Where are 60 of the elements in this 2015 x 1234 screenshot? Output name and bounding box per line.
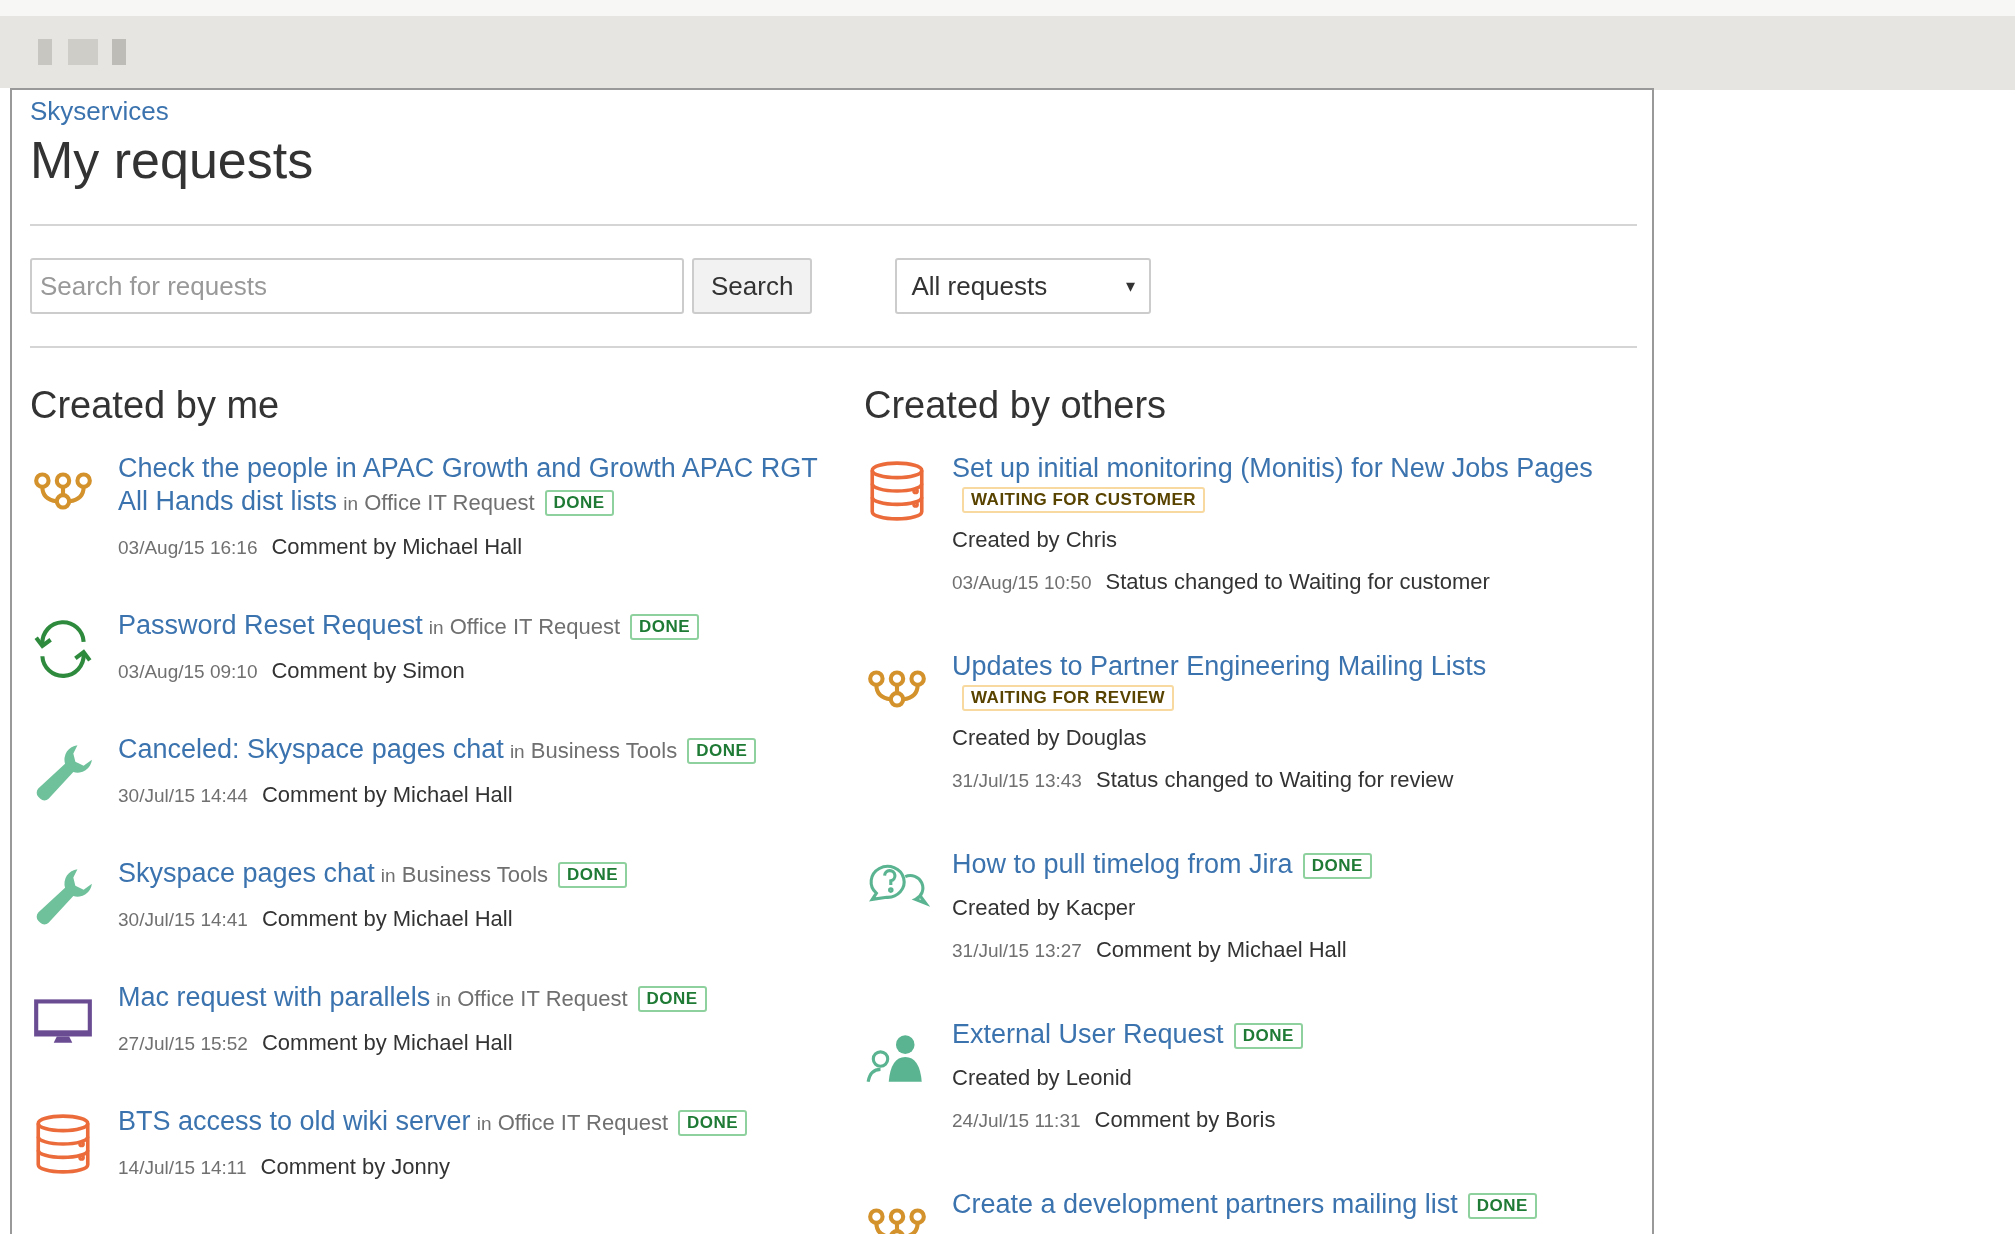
request-link[interactable]: Set up initial monitoring (Monitis) for New Jobs Pages: [952, 453, 1593, 483]
activity-text: Comment by Michael Hall: [261, 905, 513, 933]
creator-text: Created by Douglas: [952, 724, 1147, 752]
status-badge: DONE: [678, 1109, 748, 1136]
request-link[interactable]: BTS access to old wiki server: [118, 1106, 471, 1136]
date-text: 14/Jul/15 14:11: [118, 1156, 247, 1180]
status-badge: DONE: [1233, 1022, 1303, 1049]
activity-text: Comment by Michael Hall: [1095, 936, 1347, 964]
status-badge: DONE: [1302, 852, 1372, 879]
date-text: 03/Aug/15 16:16: [118, 536, 258, 560]
date-text: 30/Jul/15 14:44: [118, 784, 248, 808]
date-text: 30/Jul/15 14:41: [118, 908, 248, 932]
creator-text: Created by Leonid: [952, 1064, 1132, 1092]
breadcrumb-link[interactable]: Skyservices: [30, 96, 169, 126]
request-link[interactable]: Updates to Partner Engineering Mailing Lists: [952, 651, 1487, 681]
date-text: 24/Jul/15 11:31: [952, 1109, 1081, 1133]
request-category: in Office IT Request: [435, 986, 628, 1011]
section-heading: Created by others: [864, 383, 1167, 428]
date-text: 03/Aug/15 09:10: [118, 660, 258, 684]
status-badge: DONE: [1467, 1192, 1537, 1219]
activity-text: Comment by Boris: [1094, 1106, 1276, 1134]
search-button[interactable]: Search: [692, 258, 813, 314]
status-badge: DONE: [558, 861, 628, 888]
request-category: in Office IT Request: [427, 614, 621, 639]
request-category: in Office IT Request: [475, 1110, 669, 1135]
activity-text: Comment by Michael Hall: [271, 533, 523, 561]
status-badge: WAITING FOR CUSTOMER: [962, 487, 1205, 513]
request-category: in Office IT Request: [342, 490, 535, 515]
request-category: in Business Tools: [508, 738, 678, 763]
date-text: 27/Jul/15 15:52: [118, 1032, 248, 1056]
request-link[interactable]: Check the people in APAC Growth and Growth APAC RGT: [118, 453, 818, 483]
search-field[interactable]: Search for requests: [30, 258, 684, 314]
activity-text: Status changed to Waiting for review: [1095, 766, 1454, 794]
date-text: 31/Jul/15 13:27: [952, 939, 1082, 963]
section-heading: Created by me: [30, 383, 280, 428]
status-badge: DONE: [687, 737, 757, 764]
request-link[interactable]: How to pull timelog from Jira: [952, 849, 1293, 879]
creator-text: Created by Kacper: [952, 894, 1136, 922]
request-category: in Business Tools: [379, 862, 549, 887]
activity-text: Comment by Michael Hall: [261, 1029, 513, 1057]
request-link[interactable]: Mac request with parallels: [118, 982, 431, 1012]
filter-dropdown[interactable]: All requests ▾: [895, 258, 1152, 314]
status-badge: DONE: [630, 613, 700, 640]
request-link[interactable]: Create a development partners mailing list: [952, 1189, 1458, 1219]
request-link[interactable]: External User Request: [952, 1019, 1224, 1049]
status-badge: DONE: [637, 985, 707, 1012]
activity-text: Comment by Jonny: [260, 1153, 451, 1181]
date-text: 03/Aug/15 10:50: [952, 571, 1092, 595]
activity-text: Comment by Michael Hall: [261, 781, 513, 809]
request-link[interactable]: Canceled: Skyspace pages chat: [118, 734, 504, 764]
status-badge: WAITING FOR REVIEW: [962, 685, 1175, 711]
date-text: 31/Jul/15 13:43: [952, 769, 1082, 793]
request-link[interactable]: All Hands dist lists: [118, 486, 338, 516]
activity-text: Status changed to Waiting for customer: [1105, 568, 1490, 596]
request-link[interactable]: Password Reset Request: [118, 610, 423, 640]
creator-text: Created by Chris: [952, 526, 1118, 554]
page-title: My requests: [30, 130, 314, 191]
activity-text: Comment by Simon: [271, 657, 465, 685]
request-link[interactable]: Skyspace pages chat: [118, 858, 375, 888]
status-badge: DONE: [544, 489, 614, 516]
